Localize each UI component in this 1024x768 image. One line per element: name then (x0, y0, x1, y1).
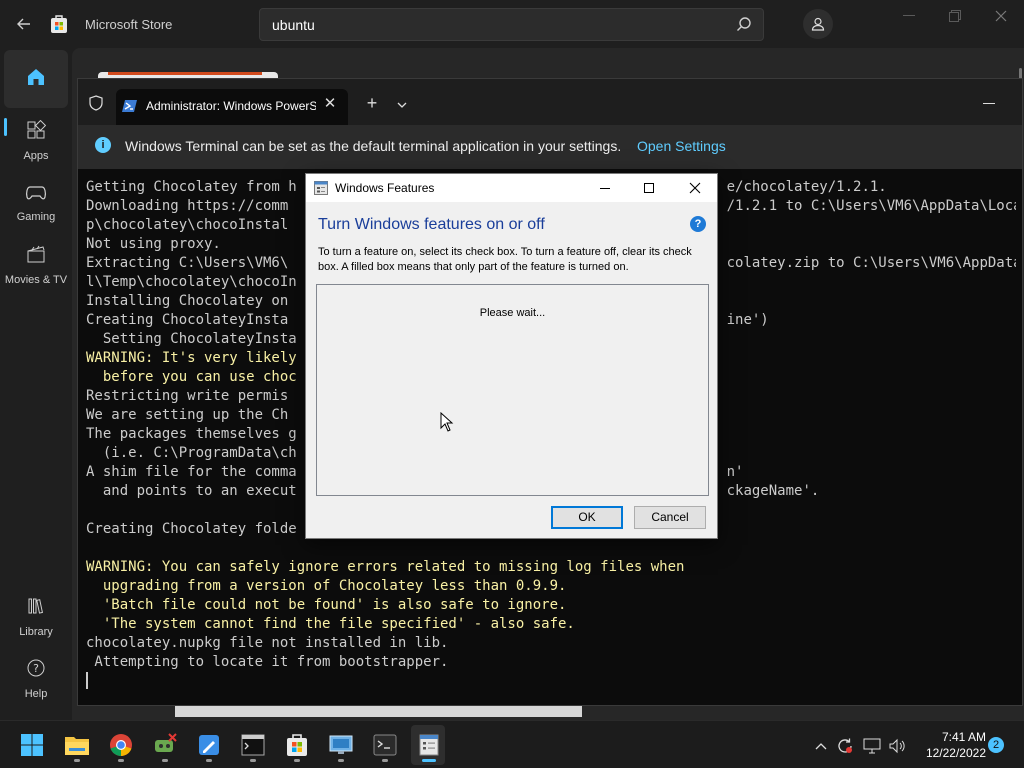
dialog-heading: Turn Windows features on or off (318, 216, 545, 233)
windows-features-taskbar-icon[interactable] (413, 729, 445, 761)
sidebar-item-apps[interactable]: Apps (4, 112, 68, 170)
taskbar: 7:41 AM 12/22/2022 2 (0, 720, 1024, 768)
clock-time: 7:41 AM (941, 730, 986, 744)
tab-powershell[interactable]: Administrator: Windows PowerShell ✕ (116, 89, 348, 125)
store-logo-icon (50, 14, 68, 34)
command-prompt-icon[interactable] (237, 729, 269, 761)
clapperboard-icon (26, 244, 46, 269)
features-list[interactable]: Please wait... (316, 284, 709, 496)
sidebar-item-help[interactable]: ? Help (4, 650, 68, 708)
terminal-line: 'The system cannot find the file specifi… (86, 616, 575, 632)
chrome-icon[interactable] (105, 729, 137, 761)
help-icon: ? (26, 658, 46, 683)
powershell-icon (122, 98, 138, 114)
sidebar-label-movies-tv: Movies & TV (4, 274, 68, 286)
running-indicator (74, 759, 80, 762)
dialog-maximize-button[interactable] (640, 179, 658, 197)
back-arrow-icon[interactable] (12, 12, 36, 36)
search-icon[interactable] (735, 16, 753, 34)
store-minimize-button[interactable] (894, 6, 924, 26)
store-titlebar: Microsoft Store ubuntu (0, 0, 1024, 48)
store-title: Microsoft Store (85, 17, 173, 32)
sidebar-label-library: Library (19, 626, 53, 638)
store-banner-accent (108, 72, 262, 75)
sync-icon[interactable] (836, 737, 854, 755)
terminal-line: 'Batch file could not be found' is also … (86, 597, 567, 613)
dialog-close-button[interactable] (686, 179, 704, 197)
running-indicator (382, 759, 388, 762)
terminal-icon[interactable] (369, 729, 401, 761)
windows-features-icon (314, 181, 328, 195)
gamepad-icon (25, 183, 47, 206)
store-sidebar: Apps Gaming Movies & TV Library ? Help (0, 48, 72, 720)
new-tab-plus-icon[interactable]: + (364, 94, 380, 112)
running-indicator (206, 759, 212, 762)
dialog-minimize-button[interactable] (596, 179, 614, 197)
clock[interactable]: 7:41 AM 12/22/2022 (918, 729, 986, 761)
dialog-title: Windows Features (335, 181, 435, 195)
terminal-line: upgrading from a version of Chocolatey l… (86, 578, 567, 594)
info-message: Windows Terminal can be set as the defau… (125, 138, 622, 154)
running-indicator (250, 759, 256, 762)
active-app-indicator (422, 759, 436, 762)
store-maximize-button[interactable] (940, 6, 970, 26)
sidebar-label-help: Help (24, 688, 48, 700)
store-icon[interactable] (281, 729, 313, 761)
tab-label: Administrator: Windows PowerShell (146, 99, 316, 113)
store-search-input[interactable]: ubuntu (272, 17, 315, 33)
chevron-up-icon[interactable] (812, 737, 830, 755)
chevron-down-icon[interactable] (396, 97, 408, 108)
file-explorer-icon[interactable] (61, 729, 93, 761)
remote-desktop-icon[interactable] (325, 729, 357, 761)
library-icon (26, 596, 46, 621)
paint-icon[interactable] (193, 729, 225, 761)
sidebar-label-apps: Apps (23, 150, 49, 162)
windows-features-dialog: Windows Features Turn Windows features o… (305, 173, 718, 539)
terminal-line: WARNING: You can safely ignore errors re… (86, 559, 685, 575)
start-icon[interactable] (16, 729, 48, 761)
tab-close-icon[interactable]: ✕ (321, 95, 339, 113)
terminal-tab-bar: Administrator: Windows PowerShell ✕ + (78, 79, 1022, 125)
open-settings-link[interactable]: Open Settings (637, 138, 726, 154)
home-icon (25, 66, 47, 93)
store-close-button[interactable] (986, 6, 1016, 26)
admin-shield-icon (88, 95, 104, 111)
sidebar-item-movies-tv[interactable]: Movies & TV (4, 236, 68, 294)
cancel-button[interactable]: Cancel (634, 506, 706, 529)
features-loading-text: Please wait... (479, 307, 546, 319)
sidebar-label-gaming: Gaming (16, 211, 56, 223)
terminal-info-bar: i Windows Terminal can be set as the def… (78, 125, 1022, 169)
running-indicator (162, 759, 168, 762)
network-icon[interactable] (863, 737, 881, 755)
info-icon: i (95, 137, 111, 153)
apps-icon (26, 119, 47, 145)
terminal-line: chocolatey.nupkg file not installed in l… (86, 635, 449, 651)
terminal-prompt-line[interactable] (86, 672, 1016, 691)
dialog-description: To turn a feature on, select its check b… (318, 246, 692, 273)
clock-date: 12/22/2022 (925, 746, 986, 760)
terminal-minimize-button[interactable] (983, 95, 997, 105)
ok-button[interactable]: OK (551, 506, 623, 529)
running-indicator (118, 759, 124, 762)
svg-text:?: ? (33, 662, 39, 675)
sidebar-item-home[interactable] (4, 50, 68, 108)
running-indicator (294, 759, 300, 762)
text-cursor (86, 672, 88, 689)
sidebar-item-gaming[interactable]: Gaming (4, 174, 68, 232)
account-avatar-icon[interactable] (803, 9, 833, 39)
volume-icon[interactable] (888, 737, 906, 755)
dialog-titlebar: Windows Features (306, 174, 717, 202)
mouse-pointer-icon (440, 411, 454, 432)
notification-badge[interactable]: 2 (988, 737, 1004, 753)
store-search-box[interactable]: ubuntu (259, 8, 764, 41)
terminal-line: Attempting to locate it from bootstrappe… (86, 654, 449, 670)
game-app-icon[interactable] (149, 729, 181, 761)
sidebar-item-library[interactable]: Library (4, 588, 68, 646)
running-indicator (338, 759, 344, 762)
help-question-icon[interactable]: ? (690, 216, 706, 232)
